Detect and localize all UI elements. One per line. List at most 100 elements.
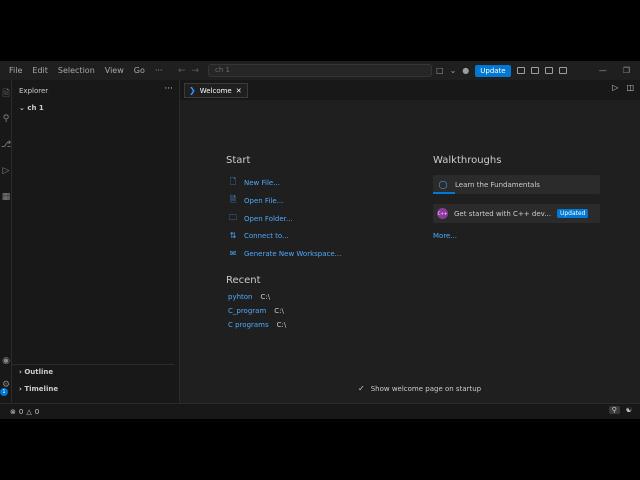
editor-actions: ▷ ◫	[612, 83, 634, 92]
explorer-icon[interactable]: 🗎	[0, 86, 12, 102]
status-bar: ⊗ 0 △ 0 ⚲ ☯	[0, 403, 640, 419]
walkthrough-label: Get started with C++ dev...	[454, 209, 551, 218]
recent-path: C:\	[276, 321, 287, 329]
recent-name[interactable]: C_program	[228, 307, 266, 315]
generate-workspace-label: Generate New Workspace...	[244, 249, 342, 258]
command-center[interactable]: ch 1	[208, 64, 432, 77]
run-debug-icon[interactable]: ▷	[0, 166, 12, 176]
account-icon[interactable]: ◉	[0, 356, 12, 366]
startup-toggle[interactable]: ✓ Show welcome page on startup	[358, 384, 481, 393]
menu-more[interactable]: ···	[150, 61, 168, 80]
navigation-arrows: ← →	[178, 61, 199, 80]
welcome-editor: Start 🗋 New File... 🗎 Open File... 🗀 Ope…	[180, 100, 640, 403]
connect-to-link[interactable]: ⇅ Connect to...	[228, 231, 289, 240]
recent-path: C:\	[260, 293, 271, 301]
update-button[interactable]: Update	[475, 64, 511, 77]
open-folder-link[interactable]: 🗀 Open Folder...	[228, 212, 293, 226]
more-walkthroughs-link[interactable]: More...	[433, 232, 457, 240]
recent-item[interactable]: C programs C:\	[228, 321, 286, 329]
connect-to-label: Connect to...	[244, 231, 289, 240]
more-actions-icon[interactable]: ···	[164, 84, 173, 94]
new-file-icon: 🗋	[229, 177, 237, 186]
accounts-icon[interactable]: ●	[462, 66, 469, 75]
walkthrough-fundamentals[interactable]: ◯ Learn the Fundamentals	[433, 175, 600, 194]
error-count: 0	[18, 407, 24, 416]
menu-file[interactable]: File	[4, 61, 27, 80]
recent-path: C:\	[274, 307, 284, 315]
source-control-icon[interactable]: ⎇	[0, 140, 12, 150]
vscode-logo-icon: ❯	[189, 86, 196, 95]
folder-label: ch 1	[27, 104, 44, 112]
updated-badge: Updated	[556, 209, 589, 218]
outline-section[interactable]: › Outline	[19, 368, 53, 376]
chevron-right-icon: ›	[19, 368, 22, 376]
toggle-sidebar-icon[interactable]	[530, 67, 539, 74]
remote-icon: ⇅	[229, 231, 237, 240]
error-icon: ⊗	[10, 407, 16, 416]
open-file-link[interactable]: 🗎 Open File...	[228, 194, 284, 208]
sidebar-divider	[12, 364, 174, 365]
menu-edit[interactable]: Edit	[27, 61, 53, 80]
status-right: ⚲ ☯	[608, 406, 632, 414]
open-file-icon: 🗎	[229, 195, 237, 204]
toggle-panel-icon[interactable]	[544, 67, 553, 74]
window-controls: — ❐	[599, 61, 630, 80]
back-arrow-icon[interactable]: ←	[178, 66, 186, 76]
timeline-section[interactable]: › Timeline	[19, 385, 58, 393]
menu-view[interactable]: View	[100, 61, 129, 80]
checkmark-icon[interactable]: ✓	[358, 384, 365, 393]
walkthrough-cpp[interactable]: C++ Get started with C++ dev... Updated	[433, 204, 600, 223]
open-file-label: Open File...	[244, 197, 284, 205]
open-folder-label: Open Folder...	[244, 215, 293, 223]
settings-badge: 1	[0, 388, 8, 396]
title-bar: File Edit Selection View Go ··· ← → ch 1…	[0, 61, 640, 80]
layout-controls	[516, 67, 567, 74]
forward-arrow-icon[interactable]: →	[192, 66, 200, 76]
startup-label: Show welcome page on startup	[370, 384, 482, 393]
recent-name[interactable]: pyhton	[228, 293, 253, 301]
explorer-sidebar: Explorer ··· ⌄ ch 1 › Outline › Timeline	[12, 80, 180, 403]
recent-item[interactable]: C_program C:\	[228, 307, 284, 315]
title-actions: □ ⌄ ● Update	[436, 61, 567, 80]
search-icon[interactable]: ⚲	[0, 114, 12, 124]
activity-bar: 🗎 ⚲ ⎇ ▷ ▦ ◉ ⚙	[0, 80, 12, 403]
lightbulb-icon: ◯	[438, 180, 448, 189]
tab-welcome[interactable]: ❯ Welcome ✕	[184, 83, 248, 98]
menu-bar: File Edit Selection View Go ···	[0, 61, 167, 80]
run-icon[interactable]: ▷	[612, 83, 618, 92]
recent-item[interactable]: pyhton C:\	[228, 293, 270, 301]
menu-go[interactable]: Go	[129, 61, 150, 80]
warning-icon: △	[26, 407, 32, 416]
walkthrough-label: Learn the Fundamentals	[455, 180, 540, 189]
walkthrough-progress	[433, 192, 455, 194]
split-editor-icon[interactable]: ◫	[626, 83, 634, 92]
start-heading: Start	[226, 155, 251, 166]
minimize-icon[interactable]: —	[599, 66, 607, 75]
notifications-icon[interactable]: ☯	[626, 406, 632, 414]
recent-heading: Recent	[226, 275, 261, 286]
menu-selection[interactable]: Selection	[53, 61, 100, 80]
close-icon[interactable]: ✕	[236, 87, 242, 95]
copilot-icon[interactable]: □	[436, 66, 444, 75]
toggle-secondary-sidebar-icon[interactable]	[558, 67, 567, 74]
timeline-label: Timeline	[24, 385, 59, 393]
chevron-down-icon[interactable]: ⌄	[450, 66, 457, 75]
folder-ch1[interactable]: ⌄ ch 1	[19, 104, 44, 112]
explorer-title: Explorer	[19, 87, 49, 95]
tab-bar: ❯ Welcome ✕ ▷ ◫	[180, 80, 640, 100]
new-file-label: New File...	[244, 179, 280, 187]
restore-icon[interactable]: ❐	[623, 66, 630, 75]
walkthroughs-heading: Walkthroughs	[433, 155, 502, 166]
generate-workspace-link[interactable]: ✉ Generate New Workspace...	[228, 249, 342, 258]
outline-label: Outline	[24, 368, 54, 376]
warning-count: 0	[34, 407, 40, 416]
zoom-icon[interactable]: ⚲	[608, 406, 620, 414]
problems-indicator[interactable]: ⊗ 0 △ 0	[0, 408, 39, 416]
tab-label: Welcome	[199, 86, 232, 95]
cpp-icon: C++	[437, 208, 448, 219]
extensions-icon[interactable]: ▦	[0, 192, 12, 202]
recent-name[interactable]: C programs	[228, 321, 269, 329]
customize-layout-icon[interactable]	[516, 67, 525, 74]
new-file-link[interactable]: 🗋 New File...	[228, 176, 280, 190]
chevron-down-icon: ⌄	[19, 104, 25, 112]
